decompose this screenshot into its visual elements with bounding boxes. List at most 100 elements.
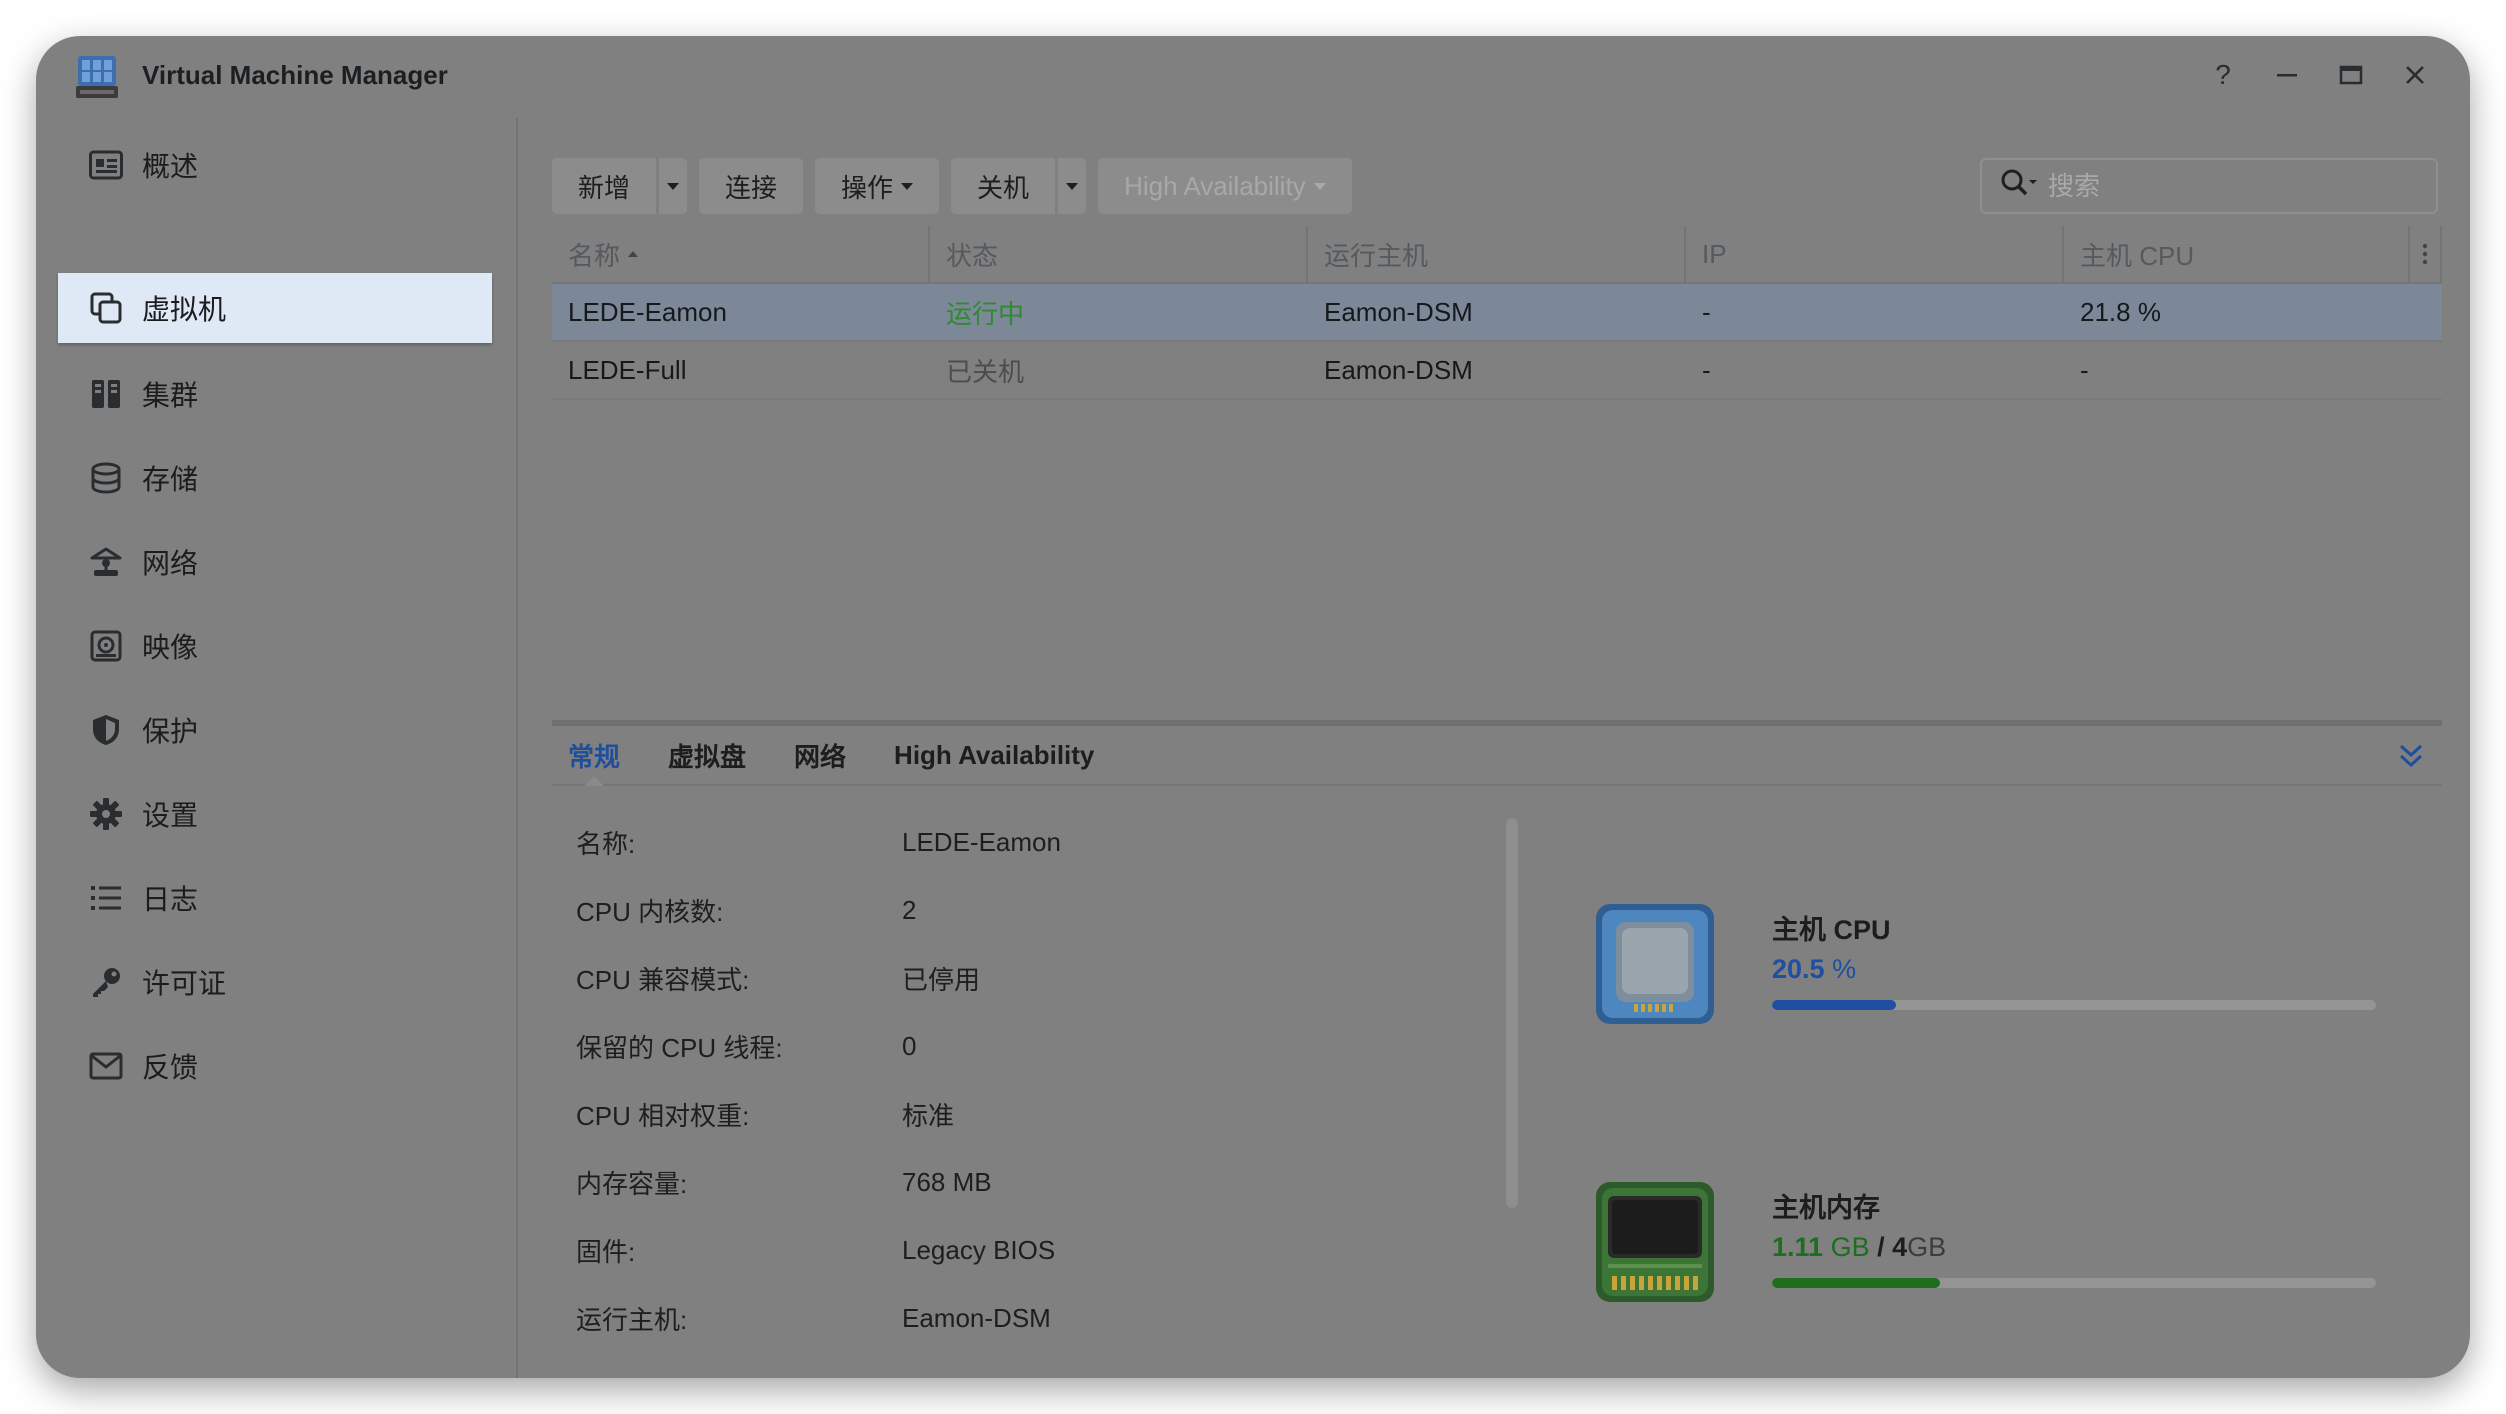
sidebar-item-network[interactable]: 网络 xyxy=(58,527,492,597)
connect-button[interactable]: 连接 xyxy=(699,158,804,214)
table-header: 名称 状态 运行主机 IP 主机 CPU xyxy=(552,226,2442,284)
sidebar-item-virtual-machine[interactable]: 虚拟机 xyxy=(58,273,492,343)
mail-icon xyxy=(88,1048,124,1084)
sidebar-item-label: 日志 xyxy=(142,884,199,915)
detail-tabs: 常规 虚拟盘 网络 High Availability xyxy=(552,726,2442,786)
detail-value: Eamon-DSM xyxy=(902,1302,1051,1333)
memory-total: 4 xyxy=(1892,1232,1908,1262)
cpu-unit: % xyxy=(1832,954,1857,984)
detail-value: Legacy BIOS xyxy=(902,1234,1056,1265)
action-label: 操作 xyxy=(841,172,894,203)
shutdown-dropdown-button[interactable] xyxy=(1058,158,1087,214)
sidebar-item-license[interactable]: 许可证 xyxy=(58,947,492,1017)
sidebar-item-label: 存储 xyxy=(142,464,199,495)
sidebar-item-label: 许可证 xyxy=(142,968,227,999)
detail-row-cpu-compat: CPU 兼容模式: 已停用 xyxy=(552,944,1432,1012)
details-scrollbar[interactable] xyxy=(1506,818,1518,1208)
sidebar-item-overview[interactable]: 概述 xyxy=(58,130,492,200)
new-split-button: 新增 xyxy=(552,158,688,214)
sidebar-item-label: 映像 xyxy=(142,632,199,663)
cell-host-cpu: 21.8 % xyxy=(2080,296,2161,327)
detail-row-cpu-cores: CPU 内核数: 2 xyxy=(552,876,1432,944)
sidebar-item-storage[interactable]: 存储 xyxy=(58,443,492,513)
column-label: 主机 CPU xyxy=(2080,240,2195,271)
key-icon xyxy=(88,964,124,1000)
sidebar-item-label: 反馈 xyxy=(142,1052,199,1083)
chevron-down-icon xyxy=(1313,182,1326,190)
detail-row-cpu-weight: CPU 相对权重: 标准 xyxy=(552,1080,1432,1148)
sidebar-item-image[interactable]: 映像 xyxy=(58,611,492,681)
tab-high-availability[interactable]: High Availability xyxy=(878,726,1110,784)
sidebar-item-cluster[interactable]: 集群 xyxy=(58,359,492,429)
detail-value: 768 MB xyxy=(902,1166,992,1197)
action-menu-button[interactable]: 操作 xyxy=(815,158,940,214)
sidebar-item-label: 设置 xyxy=(142,800,199,831)
minimize-icon[interactable] xyxy=(2270,56,2304,94)
vm-table: 名称 状态 运行主机 IP 主机 CPU LEDE-Eamon 运行中 Eamo… xyxy=(552,226,2442,400)
column-header-name[interactable]: 名称 xyxy=(552,226,930,282)
chevron-down-icon xyxy=(901,182,914,190)
search-icon[interactable] xyxy=(2000,168,2038,205)
search-input[interactable] xyxy=(2048,170,2388,202)
memory-chip-icon xyxy=(1594,1180,1716,1304)
sidebar-item-settings[interactable]: 设置 xyxy=(58,779,492,849)
host-cpu-title: 主机 CPU xyxy=(1772,915,1891,945)
high-availability-label: High Availability xyxy=(1124,170,1306,201)
collapse-panel-icon[interactable] xyxy=(2398,742,2424,775)
column-label: 名称 xyxy=(568,240,621,271)
column-label: 运行主机 xyxy=(1324,240,1429,271)
host-memory-value: 1.11 GB / 4GB xyxy=(1772,1232,1946,1263)
cell-ip: - xyxy=(1702,296,1711,327)
memory-total-unit: GB xyxy=(1907,1232,1947,1262)
tab-virtual-disk[interactable]: 虚拟盘 xyxy=(652,726,762,784)
detail-label: 名称: xyxy=(576,828,636,859)
detail-row-firmware: 固件: Legacy BIOS xyxy=(552,1216,1432,1284)
host-memory-bar xyxy=(1772,1278,2376,1288)
main-panel: 新增 连接 操作 关机 High Availability 搜索 名称 状态 运… xyxy=(520,118,2470,1378)
maximize-icon[interactable] xyxy=(2334,56,2368,94)
column-header-host-cpu[interactable]: 主机 CPU xyxy=(2064,226,2410,282)
tab-general[interactable]: 常规 xyxy=(552,726,636,786)
table-row[interactable]: LEDE-Eamon 运行中 Eamon-DSM - 21.8 % xyxy=(552,284,2442,342)
detail-label: 保留的 CPU 线程: xyxy=(576,1032,783,1063)
chevron-down-icon xyxy=(667,182,680,190)
shutdown-button[interactable]: 关机 xyxy=(951,158,1056,214)
column-options-icon[interactable] xyxy=(2410,226,2442,282)
help-icon[interactable]: ? xyxy=(2206,56,2240,94)
column-header-ip[interactable]: IP xyxy=(1686,226,2064,282)
sidebar-item-feedback[interactable]: 反馈 xyxy=(58,1031,492,1101)
vmm-app-icon xyxy=(74,54,120,100)
cell-status: 运行中 xyxy=(946,298,1025,329)
memory-used-unit: GB xyxy=(1830,1232,1870,1262)
host-cpu-stat: 主机 CPU 20.5 % xyxy=(1594,902,2394,1032)
title-bar: Virtual Machine Manager ? xyxy=(36,36,2470,118)
new-button[interactable]: 新增 xyxy=(552,158,657,214)
cluster-icon xyxy=(88,376,124,412)
toolbar: 新增 连接 操作 关机 High Availability xyxy=(552,158,1352,214)
host-memory-title: 主机内存 xyxy=(1772,1193,1880,1223)
sidebar-item-log[interactable]: 日志 xyxy=(58,863,492,933)
detail-label: 运行主机: xyxy=(576,1304,688,1335)
overview-icon xyxy=(88,147,124,183)
sidebar-item-label: 保护 xyxy=(142,716,199,747)
close-icon[interactable] xyxy=(2398,56,2432,94)
gear-icon xyxy=(88,796,124,832)
shutdown-split-button: 关机 xyxy=(951,158,1087,214)
sidebar-item-label: 虚拟机 xyxy=(142,294,227,325)
cell-name: LEDE-Full xyxy=(568,354,687,385)
detail-value: 2 xyxy=(902,894,917,925)
tab-network[interactable]: 网络 xyxy=(778,726,862,784)
sidebar-item-protection[interactable]: 保护 xyxy=(58,695,492,765)
new-dropdown-button[interactable] xyxy=(659,158,688,214)
column-header-host[interactable]: 运行主机 xyxy=(1308,226,1686,282)
shield-icon xyxy=(88,712,124,748)
detail-row-memory: 内存容量: 768 MB xyxy=(552,1148,1432,1216)
table-row[interactable]: LEDE-Full 已关机 Eamon-DSM - - xyxy=(552,342,2442,400)
column-label: 状态 xyxy=(946,240,999,271)
column-header-status[interactable]: 状态 xyxy=(930,226,1308,282)
cell-host: Eamon-DSM xyxy=(1324,296,1473,327)
high-availability-menu-button[interactable]: High Availability xyxy=(1098,158,1352,214)
cpu-chip-icon xyxy=(1594,902,1716,1026)
sidebar-item-label: 网络 xyxy=(142,548,199,579)
search-box xyxy=(1980,158,2438,214)
